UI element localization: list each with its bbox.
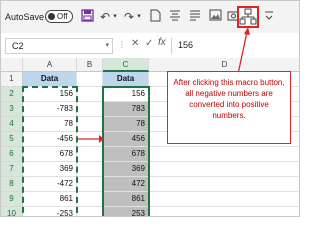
chevron-down-icon[interactable]: ▾	[105, 41, 109, 49]
select-all-corner[interactable]	[1, 58, 23, 72]
cell-a10[interactable]: -253	[23, 207, 77, 216]
row-header[interactable]: 8	[1, 177, 23, 192]
cell-a4[interactable]: 78	[23, 117, 77, 132]
autosave-state: Off	[57, 12, 68, 21]
autosave-toggle[interactable]: Off	[45, 10, 73, 23]
column-header-c[interactable]: C	[103, 58, 149, 72]
column-header-a[interactable]: A	[23, 58, 77, 72]
cell-a1[interactable]: Data	[23, 72, 77, 87]
customize-toolbar-icon[interactable]	[263, 9, 275, 25]
cell-a7[interactable]: 369	[23, 162, 77, 177]
separator-icon: ⋮	[118, 40, 126, 49]
cell-b1[interactable]	[77, 72, 103, 87]
name-box[interactable]: C2 ▾	[5, 38, 113, 54]
cell-c3[interactable]: 783	[103, 102, 149, 117]
arrow-icon	[78, 135, 104, 143]
cell-d8[interactable]	[149, 177, 299, 192]
format-icon[interactable]	[188, 9, 202, 25]
row-header[interactable]: 4	[1, 117, 23, 132]
undo-icon[interactable]: ↶	[98, 9, 112, 25]
autosave-label: AutoSave	[5, 12, 45, 22]
cell-c9[interactable]: 861	[103, 192, 149, 207]
cell-b4[interactable]	[77, 117, 103, 132]
annotation-callout: After clicking this macro button, all ne…	[167, 71, 291, 144]
cell-c5[interactable]: 456	[103, 132, 149, 147]
column-header-b[interactable]: B	[77, 58, 103, 72]
save-icon[interactable]	[80, 9, 94, 25]
formula-input[interactable]: 156	[171, 38, 299, 54]
row-header[interactable]: 7	[1, 162, 23, 177]
toggle-knob	[48, 13, 55, 20]
row-header[interactable]: 5	[1, 132, 23, 147]
cell-b10[interactable]	[77, 207, 103, 216]
excel-window: AutoSave Off ↶ ▾ ↷ ▾ C2 ▾ ⋮ ✕ ✓ fx 156 A…	[0, 0, 300, 217]
cell-a9[interactable]: 861	[23, 192, 77, 207]
row-header[interactable]: 6	[1, 147, 23, 162]
row-header[interactable]: 10	[1, 207, 23, 216]
formula-value: 156	[178, 40, 194, 50]
cell-c6[interactable]: 678	[103, 147, 149, 162]
row-header[interactable]: 2	[1, 87, 23, 102]
cell-b9[interactable]	[77, 192, 103, 207]
cell-d9[interactable]	[149, 192, 299, 207]
chevron-down-icon[interactable]: ▾	[111, 9, 119, 25]
formula-bar: C2 ▾ ⋮ ✕ ✓ fx 156	[1, 34, 299, 56]
macro-button[interactable]	[237, 6, 259, 28]
row-header[interactable]: 1	[1, 72, 23, 87]
insert-function-icon[interactable]: fx	[158, 37, 166, 48]
quick-access-toolbar: AutoSave Off ↶ ▾ ↷ ▾	[1, 1, 299, 33]
cell-a5[interactable]: -456	[23, 132, 77, 147]
redo-icon[interactable]: ↷	[122, 9, 136, 25]
cell-a8[interactable]: -472	[23, 177, 77, 192]
cell-d7[interactable]	[149, 162, 299, 177]
cell-b6[interactable]	[77, 147, 103, 162]
cell-c10[interactable]: 253	[103, 207, 149, 216]
cell-c4[interactable]: 78	[103, 117, 149, 132]
macro-button-icon	[239, 8, 257, 25]
align-icon[interactable]	[168, 9, 182, 25]
picture-icon[interactable]	[208, 9, 222, 25]
cell-a6[interactable]: 678	[23, 147, 77, 162]
cell-c2[interactable]: 156	[103, 87, 149, 102]
cell-a3[interactable]: -783	[23, 102, 77, 117]
cell-a2[interactable]: 156	[23, 87, 77, 102]
chevron-down-icon[interactable]: ▾	[135, 9, 143, 25]
cell-b2[interactable]	[77, 87, 103, 102]
cell-c7[interactable]: 369	[103, 162, 149, 177]
row-header[interactable]: 9	[1, 192, 23, 207]
name-box-value: C2	[12, 41, 24, 51]
cell-c8[interactable]: 472	[103, 177, 149, 192]
enter-icon[interactable]: ✓	[145, 38, 153, 49]
column-header-d[interactable]: D	[149, 58, 299, 72]
cancel-icon[interactable]: ✕	[131, 38, 139, 49]
cell-b8[interactable]	[77, 177, 103, 192]
cell-d10[interactable]	[149, 207, 299, 216]
cell-c1[interactable]: Data	[103, 72, 149, 87]
cell-d6[interactable]	[149, 147, 299, 162]
new-document-icon[interactable]	[148, 9, 162, 25]
row-header[interactable]: 3	[1, 102, 23, 117]
cell-b7[interactable]	[77, 162, 103, 177]
cell-b3[interactable]	[77, 102, 103, 117]
